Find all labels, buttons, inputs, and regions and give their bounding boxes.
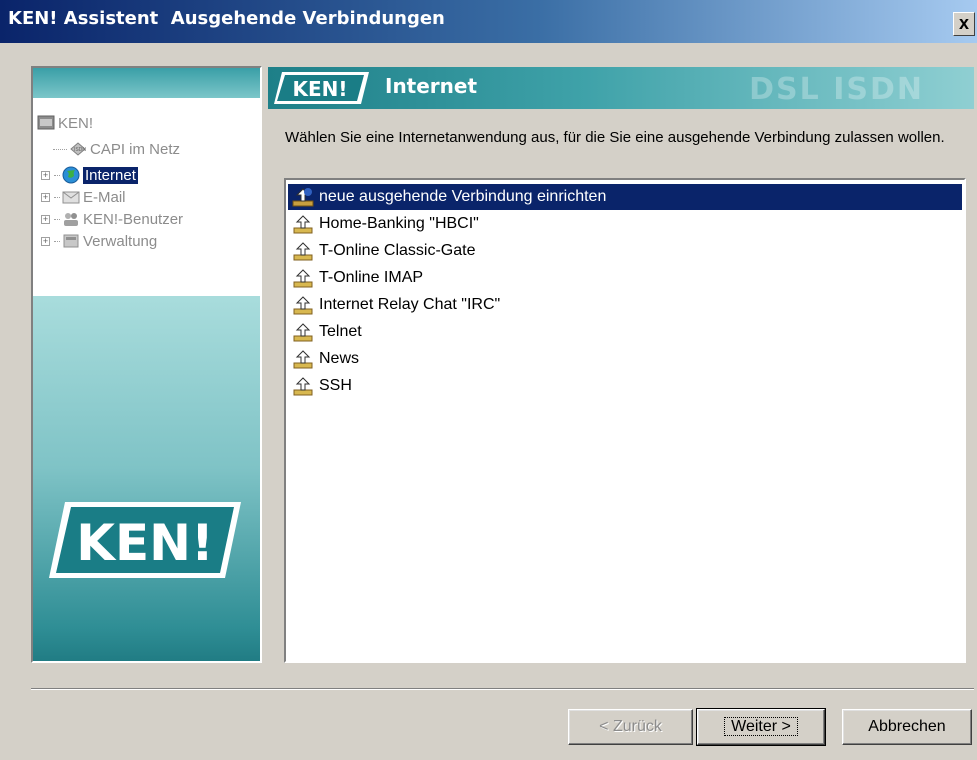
connection-icon: [293, 269, 313, 288]
ken-logo: KEN!: [49, 502, 241, 578]
window-title: KEN! Assistent Ausgehende Verbindungen: [8, 8, 445, 29]
side-panel-header: [33, 68, 260, 98]
list-item-label: SSH: [319, 377, 352, 394]
list-item-label: News: [319, 350, 360, 367]
list-item-irc[interactable]: Internet Relay Chat "IRC": [288, 292, 962, 318]
capi-icon: ISDN: [70, 142, 86, 156]
connection-icon: [293, 350, 313, 369]
tree-item-ken[interactable]: KEN!: [37, 112, 93, 134]
next-button-label: Weiter >: [724, 717, 798, 736]
expand-icon[interactable]: +: [41, 192, 50, 202]
list-item-new-connection[interactable]: neue ausgehende Verbindung einrichten: [288, 184, 962, 210]
mail-icon: [62, 191, 80, 204]
tree-item-label: Internet: [83, 166, 138, 184]
list-item-label: Telnet: [319, 323, 362, 340]
application-list[interactable]: neue ausgehende Verbindung einrichten Ho…: [284, 178, 966, 663]
list-item-label: Home-Banking "HBCI": [319, 215, 479, 232]
svg-text:KEN!: KEN!: [76, 514, 214, 572]
connection-icon: [293, 215, 313, 234]
ken-badge-logo: KEN!: [274, 72, 369, 104]
list-item-telnet[interactable]: Telnet: [288, 319, 962, 345]
tree-item-label: KEN!-Benutzer: [83, 210, 184, 228]
expand-icon[interactable]: +: [41, 214, 50, 224]
connection-icon: [293, 296, 313, 315]
list-item-label: Internet Relay Chat "IRC": [319, 296, 501, 313]
users-icon: [64, 213, 78, 226]
navigation-tree: KEN! ISDN CAPI im Netz + Internet + E-Ma…: [33, 98, 260, 296]
connection-icon: [293, 377, 313, 396]
tree-item-label: KEN!: [58, 114, 94, 132]
tree-item-email[interactable]: + E-Mail: [41, 186, 126, 208]
tree-item-internet[interactable]: + Internet: [41, 164, 138, 186]
side-panel: KEN! ISDN CAPI im Netz + Internet + E-Ma…: [31, 66, 262, 663]
close-button[interactable]: x: [953, 12, 975, 36]
title-bar: KEN! Assistent Ausgehende Verbindungen x: [0, 0, 977, 44]
page-title: Internet: [385, 74, 478, 98]
tree-item-label: E-Mail: [83, 188, 126, 206]
tree-item-capi[interactable]: ISDN CAPI im Netz: [53, 138, 180, 160]
tree-item-label: Verwaltung: [83, 232, 158, 250]
back-button[interactable]: < Zurück: [568, 709, 693, 745]
list-item-ssh[interactable]: SSH: [288, 373, 962, 399]
tree-item-admin[interactable]: + Verwaltung: [41, 230, 157, 252]
expand-icon[interactable]: +: [41, 170, 50, 180]
connection-icon: [293, 242, 313, 261]
connection-icon: [293, 323, 313, 342]
ken-root-icon: [37, 115, 55, 130]
admin-icon: [63, 234, 79, 248]
separator-line: [31, 688, 974, 690]
svg-text:ISDN: ISDN: [74, 147, 86, 153]
globe-icon: [62, 166, 80, 184]
watermark-text: DSL ISDN: [749, 72, 924, 107]
list-item-news[interactable]: News: [288, 346, 962, 372]
cancel-button[interactable]: Abbrechen: [842, 709, 972, 745]
svg-text:KEN!: KEN!: [292, 77, 347, 101]
header-banner: KEN! Internet DSL ISDN: [268, 67, 974, 109]
new-connection-icon: [292, 188, 314, 207]
list-item-label: T-Online IMAP: [319, 269, 424, 286]
list-item-tonline-imap[interactable]: T-Online IMAP: [288, 265, 962, 291]
list-item-label: T-Online Classic-Gate: [319, 242, 476, 259]
list-item-tonline-classic[interactable]: T-Online Classic-Gate: [288, 238, 962, 264]
expand-icon[interactable]: +: [41, 236, 50, 246]
description-text: Wählen Sie eine Internetanwendung aus, f…: [285, 129, 945, 146]
tree-item-label: CAPI im Netz: [90, 140, 181, 158]
next-button[interactable]: Weiter >: [696, 708, 826, 746]
list-item-hbci[interactable]: Home-Banking "HBCI": [288, 211, 962, 237]
list-item-label: neue ausgehende Verbindung einrichten: [319, 188, 607, 206]
tree-item-users[interactable]: + KEN!-Benutzer: [41, 208, 183, 230]
